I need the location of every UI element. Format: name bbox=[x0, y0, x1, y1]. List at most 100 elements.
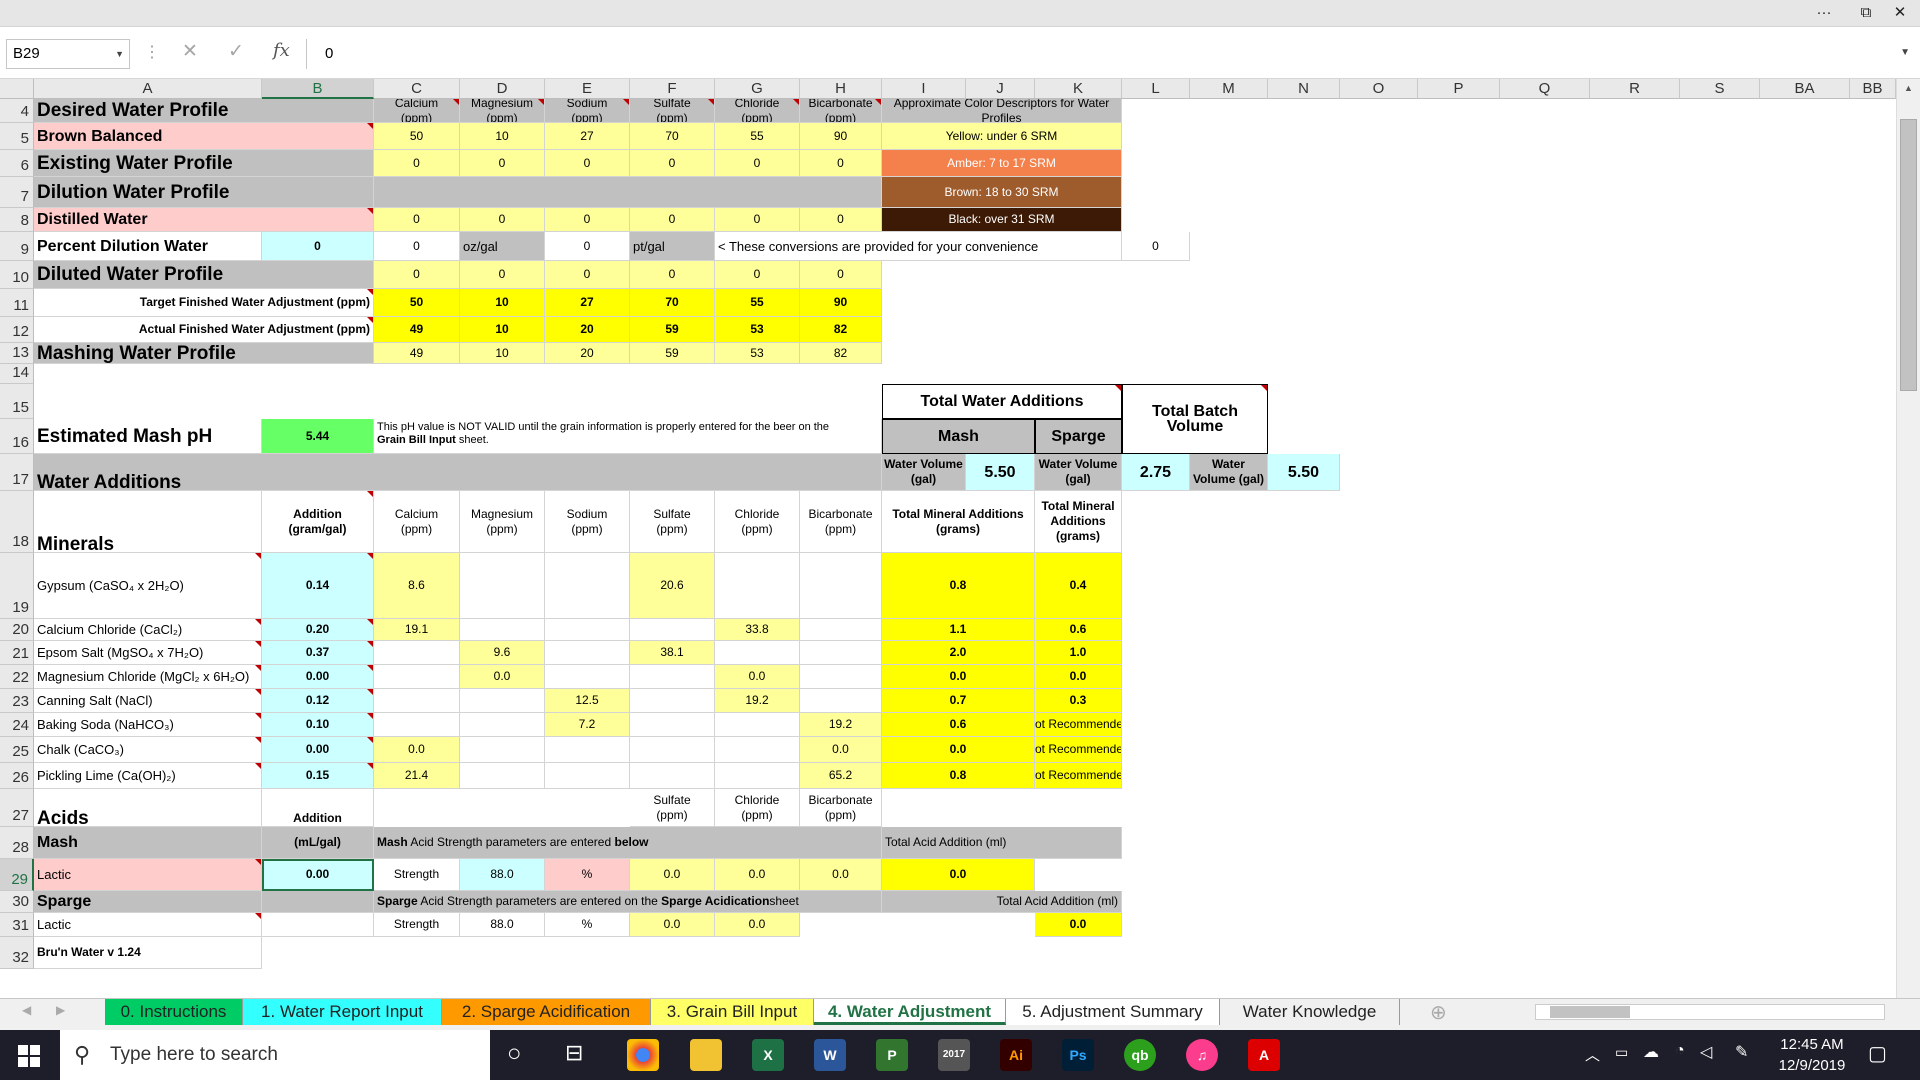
ion-header-d[interactable]: Magnesium (ppm) bbox=[460, 99, 545, 123]
battery-icon[interactable]: ▭ bbox=[1615, 1044, 1628, 1061]
excel-icon[interactable]: X bbox=[752, 1039, 784, 1071]
total-mineral-header[interactable]: Total Mineral Additions (grams) bbox=[882, 491, 1035, 553]
mashing-value[interactable]: 82 bbox=[800, 343, 882, 364]
desired-value[interactable]: 50 bbox=[374, 123, 460, 150]
row-header-26[interactable]: 26 bbox=[0, 763, 34, 789]
tab-scroll-left-icon[interactable]: ◀ bbox=[22, 1003, 31, 1017]
percent-unit[interactable]: % bbox=[545, 913, 630, 937]
srm-yellow[interactable]: Yellow: under 6 SRM bbox=[882, 123, 1122, 150]
batch-water-volume-label[interactable]: Water Volume (gal) bbox=[1190, 454, 1268, 491]
total-mineral-header[interactable]: Total Mineral Additions (grams) bbox=[1035, 491, 1122, 553]
sheet-tab[interactable]: Water Knowledge bbox=[1220, 999, 1400, 1025]
row-header-30[interactable]: 30 bbox=[0, 891, 34, 913]
sparge-acid-so4[interactable]: 0.0 bbox=[630, 913, 715, 937]
mineral-ion-value[interactable]: 19.1 bbox=[374, 619, 460, 641]
mineral-ion-value[interactable] bbox=[374, 713, 460, 737]
sparge-acid-label[interactable]: Sparge bbox=[34, 891, 262, 913]
existing-value[interactable]: 0 bbox=[545, 150, 630, 177]
row-header-15[interactable]: 15 bbox=[0, 384, 34, 419]
row-header-7[interactable]: 7 bbox=[0, 177, 34, 208]
restore-icon[interactable]: ⧉ bbox=[1852, 2, 1880, 24]
mineral-ion-value[interactable] bbox=[374, 641, 460, 665]
row-header-24[interactable]: 24 bbox=[0, 713, 34, 737]
dilution-profile-label[interactable]: Dilution Water Profile bbox=[34, 177, 374, 208]
target-value[interactable]: 90 bbox=[800, 289, 882, 317]
dilution-value[interactable]: 0 bbox=[715, 208, 800, 232]
actual-value[interactable]: 10 bbox=[460, 317, 545, 343]
mineral-ion-header[interactable]: Sulfate (ppm) bbox=[630, 491, 715, 553]
mineral-ion-value[interactable] bbox=[630, 763, 715, 789]
mineral-ion-value[interactable] bbox=[374, 665, 460, 689]
strength-label[interactable]: Strength bbox=[374, 913, 460, 937]
mineral-ion-value[interactable] bbox=[630, 737, 715, 763]
row-header-10[interactable]: 10 bbox=[0, 261, 34, 289]
row-header-22[interactable]: 22 bbox=[0, 665, 34, 689]
sparge-acid-type[interactable]: Lactic bbox=[34, 913, 262, 937]
wifi-icon[interactable]: ◔ bbox=[1675, 1042, 1685, 1060]
ion-header-g[interactable]: Chloride (ppm) bbox=[715, 99, 800, 123]
ml-gal-label[interactable]: (mL/gal) bbox=[262, 827, 374, 859]
sparge-acid-blank[interactable] bbox=[262, 891, 374, 913]
column-header-b[interactable]: B bbox=[262, 79, 374, 99]
sheet-tab[interactable]: 1. Water Report Input bbox=[243, 999, 442, 1025]
sparge-mineral-total[interactable]: 1.0 bbox=[1035, 641, 1122, 665]
mineral-ion-value[interactable] bbox=[800, 619, 882, 641]
mash-acid-hco3[interactable]: 0.0 bbox=[800, 859, 882, 891]
mash-mineral-total[interactable]: 2.0 bbox=[882, 641, 1035, 665]
clock[interactable]: 12:45 AM 12/9/2019 bbox=[1757, 1034, 1867, 1076]
mash-ph-note[interactable]: This pH value is NOT VALID until the gra… bbox=[374, 419, 882, 454]
diluted-value[interactable]: 0 bbox=[715, 261, 800, 289]
row-header-13[interactable]: 13 bbox=[0, 343, 34, 364]
mineral-ion-value[interactable] bbox=[460, 763, 545, 789]
mineral-addition-input[interactable]: 0.10 bbox=[262, 713, 374, 737]
sheet-tab[interactable]: 2. Sparge Acidification bbox=[442, 999, 651, 1025]
mineral-ion-value[interactable]: 19.2 bbox=[800, 713, 882, 737]
srm-brown[interactable]: Brown: 18 to 30 SRM bbox=[882, 177, 1122, 208]
diluted-profile-label[interactable]: Diluted Water Profile bbox=[34, 261, 374, 289]
row-header-19[interactable]: 19 bbox=[0, 553, 34, 619]
task-view-icon[interactable]: ⊟ bbox=[565, 1040, 583, 1066]
row-header-21[interactable]: 21 bbox=[0, 641, 34, 665]
mineral-ion-value[interactable] bbox=[460, 713, 545, 737]
mineral-ion-value[interactable] bbox=[545, 619, 630, 641]
sparge-acid-strength[interactable]: 88.0 bbox=[460, 913, 545, 937]
mineral-ion-value[interactable] bbox=[630, 665, 715, 689]
dilution-value[interactable]: 0 bbox=[545, 208, 630, 232]
column-header-o[interactable]: O bbox=[1340, 79, 1418, 99]
desired-value[interactable]: 27 bbox=[545, 123, 630, 150]
sparge-water-volume-value[interactable]: 2.75 bbox=[1122, 454, 1190, 491]
mineral-addition-header[interactable]: Addition (gram/gal) bbox=[262, 491, 374, 553]
acid-addition-header[interactable]: Addition bbox=[262, 789, 374, 827]
percent-unit[interactable]: % bbox=[545, 859, 630, 891]
quickbooks-icon[interactable]: qb bbox=[1124, 1039, 1156, 1071]
mineral-addition-input[interactable]: 0.20 bbox=[262, 619, 374, 641]
total-water-additions-header[interactable]: Total Water Additions bbox=[882, 384, 1122, 419]
more-options-icon[interactable]: ··· bbox=[1810, 2, 1838, 24]
existing-value[interactable]: 0 bbox=[800, 150, 882, 177]
percent-dilution-input[interactable]: 0 bbox=[262, 232, 374, 261]
mineral-ion-value[interactable] bbox=[460, 737, 545, 763]
mineral-addition-input[interactable]: 0.00 bbox=[262, 737, 374, 763]
scroll-thumb[interactable] bbox=[1900, 119, 1917, 391]
row-header-11[interactable]: 11 bbox=[0, 289, 34, 317]
row-header-20[interactable]: 20 bbox=[0, 619, 34, 641]
column-header-i[interactable]: I bbox=[882, 79, 966, 99]
total-acid-label[interactable]: Total Acid Addition (ml) bbox=[882, 827, 1122, 859]
actual-value[interactable]: 53 bbox=[715, 317, 800, 343]
target-value[interactable]: 50 bbox=[374, 289, 460, 317]
mineral-ion-value[interactable]: 65.2 bbox=[800, 763, 882, 789]
actual-value[interactable]: 82 bbox=[800, 317, 882, 343]
existing-value[interactable]: 0 bbox=[715, 150, 800, 177]
mineral-addition-input[interactable]: 0.00 bbox=[262, 665, 374, 689]
mashing-value[interactable]: 49 bbox=[374, 343, 460, 364]
actual-value[interactable]: 59 bbox=[630, 317, 715, 343]
acrobat-icon[interactable]: A bbox=[1248, 1039, 1280, 1071]
volume-icon[interactable]: ◁ bbox=[1700, 1042, 1712, 1062]
windows-start-icon[interactable] bbox=[18, 1045, 40, 1067]
dilution-blank[interactable] bbox=[374, 177, 882, 208]
mineral-ion-value[interactable] bbox=[800, 641, 882, 665]
mashing-value[interactable]: 59 bbox=[630, 343, 715, 364]
row-header-12[interactable]: 12 bbox=[0, 317, 34, 343]
row-header-27[interactable]: 27 bbox=[0, 789, 34, 827]
sparge-mineral-total[interactable]: Not Recommended bbox=[1035, 713, 1122, 737]
